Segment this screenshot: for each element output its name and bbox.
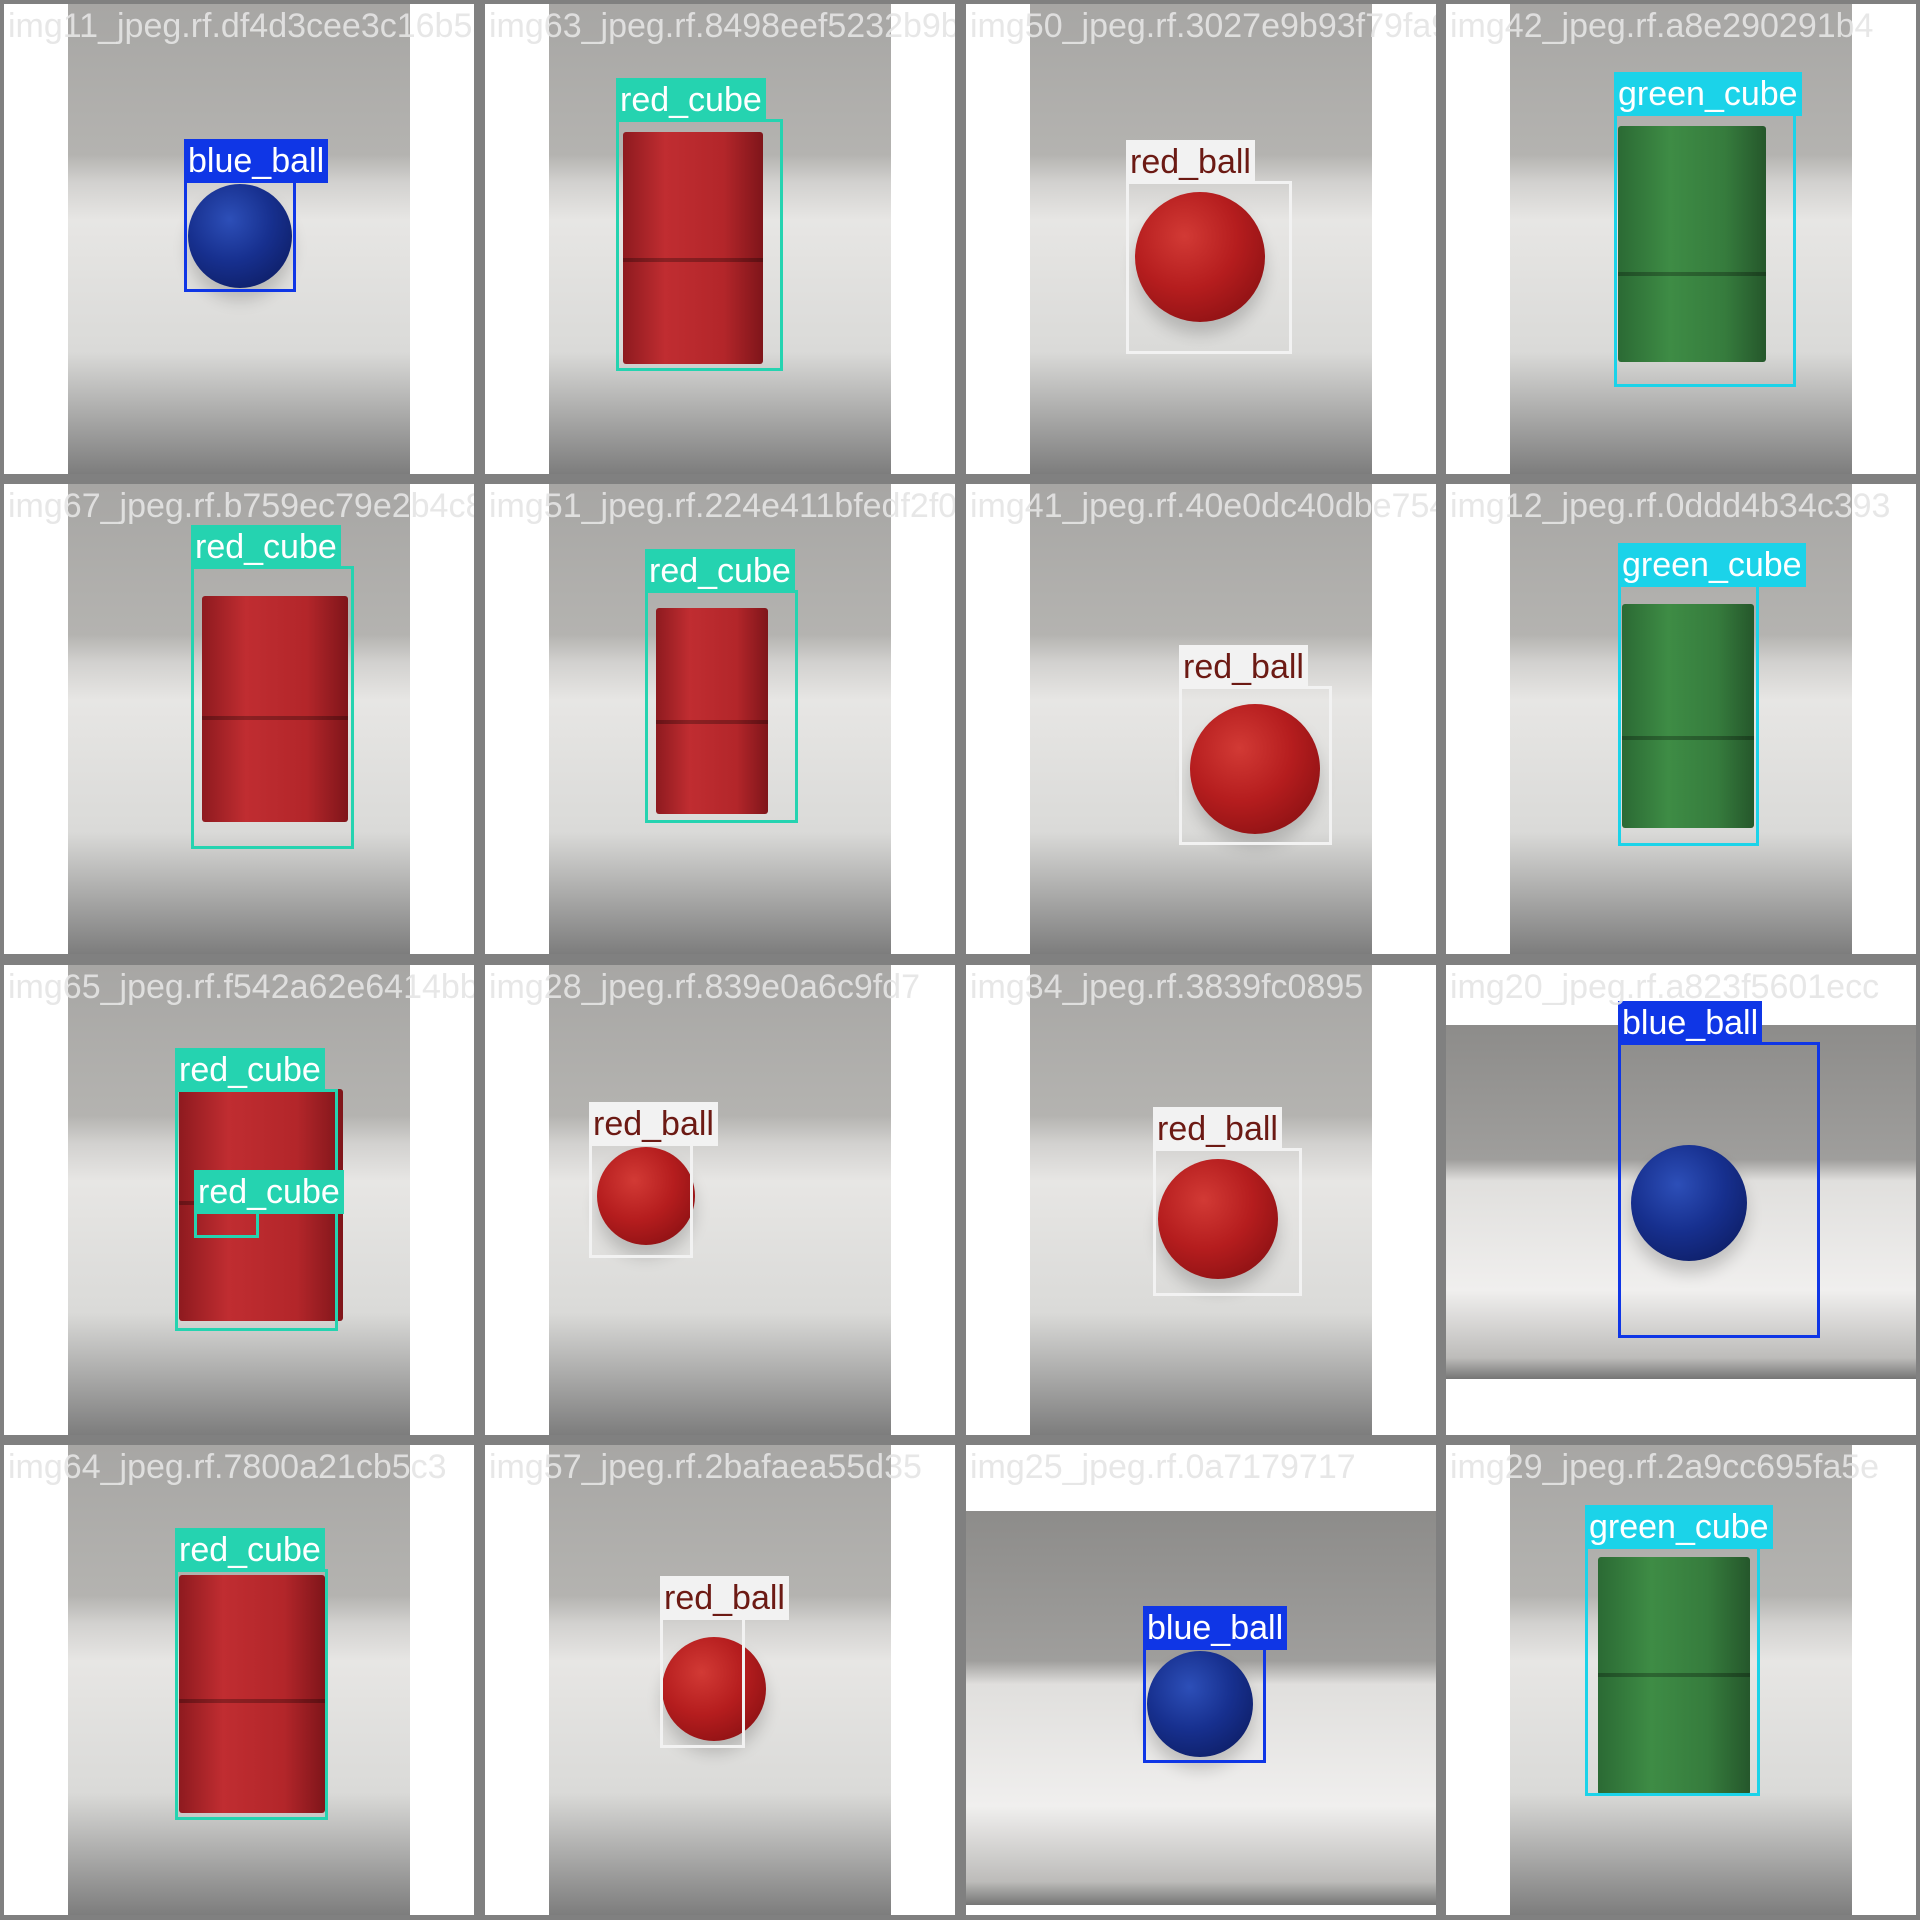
- tile-filename: img12_jpeg.rf.0ddd4b34c393: [1450, 487, 1891, 525]
- tile-filename: img34_jpeg.rf.3839fc0895: [970, 968, 1364, 1006]
- detection-box[interactable]: blue_ball: [1143, 1606, 1288, 1763]
- tile-filename: img28_jpeg.rf.839e0a6c9fd7: [489, 968, 920, 1006]
- detection-label: blue_ball: [1143, 1606, 1288, 1650]
- tile-12: blue_ball img20_jpeg.rf.a823f5601ecc: [1446, 965, 1916, 1435]
- tile-filename: img42_jpeg.rf.a8e290291b4: [1450, 7, 1874, 45]
- detection-label: green_cube: [1614, 72, 1802, 116]
- tile-3: red_ball img50_jpeg.rf.3027e9b93f79fa90e: [966, 4, 1436, 474]
- detection-box[interactable]: red_ball: [1179, 645, 1332, 845]
- detection-label: green_cube: [1618, 543, 1806, 587]
- tile-1: blue_ball img11_jpeg.rf.df4d3cee3c16b586…: [4, 4, 474, 474]
- detection-label: red_ball: [1153, 1107, 1282, 1151]
- detection-box[interactable]: blue_ball: [184, 139, 329, 292]
- detection-label: green_cube: [1585, 1505, 1773, 1549]
- detection-box[interactable]: red_cube: [616, 78, 783, 371]
- tile-4: green_cube img42_jpeg.rf.a8e290291b4: [1446, 4, 1916, 474]
- detection-box[interactable]: red_cube: [175, 1528, 328, 1820]
- detection-box[interactable]: red_ball: [589, 1102, 718, 1258]
- detection-label: red_ball: [1179, 645, 1308, 689]
- tile-filename: img29_jpeg.rf.2a9cc695fa5e: [1450, 1448, 1880, 1486]
- tile-filename: img65_jpeg.rf.f542a62e6414bb6: [8, 968, 474, 1006]
- detection-box[interactable]: green_cube: [1585, 1505, 1773, 1796]
- detection-box[interactable]: blue_ball: [1618, 1001, 1820, 1338]
- detection-label: red_cube: [194, 1170, 344, 1214]
- tile-filename: img50_jpeg.rf.3027e9b93f79fa90e: [970, 7, 1436, 45]
- detection-box[interactable]: green_cube: [1614, 72, 1802, 387]
- tile-filename: img63_jpeg.rf.8498eef5232b9b0a5: [489, 7, 955, 45]
- tile-filename: img57_jpeg.rf.2bafaea55d35: [489, 1448, 922, 1486]
- tile-15: blue_ball img25_jpeg.rf.0a7179717: [966, 1445, 1436, 1915]
- detection-box[interactable]: red_ball: [1153, 1107, 1302, 1296]
- detection-box[interactable]: red_ball: [660, 1576, 789, 1748]
- detection-label: red_ball: [660, 1576, 789, 1620]
- detection-label: red_ball: [589, 1102, 718, 1146]
- tile-filename: img64_jpeg.rf.7800a21cb5c3: [8, 1448, 447, 1486]
- detection-label: red_ball: [1126, 140, 1255, 184]
- tile-filename: img67_jpeg.rf.b759ec79e2b4c8915: [8, 487, 474, 525]
- tile-filename: img51_jpeg.rf.224e411bfedf2f0a4: [489, 487, 955, 525]
- detection-box[interactable]: red_ball: [1126, 140, 1292, 354]
- detection-label: red_cube: [175, 1528, 325, 1572]
- detection-box-secondary[interactable]: red_cube: [194, 1170, 344, 1238]
- detection-label: blue_ball: [1618, 1001, 1763, 1045]
- tile-16: green_cube img29_jpeg.rf.2a9cc695fa5e: [1446, 1445, 1916, 1915]
- tile-14: red_ball img57_jpeg.rf.2bafaea55d35: [485, 1445, 955, 1915]
- tile-7: red_ball img41_jpeg.rf.40e0dc40dbe75481: [966, 484, 1436, 954]
- tile-13: red_cube img64_jpeg.rf.7800a21cb5c3: [4, 1445, 474, 1915]
- tile-9: red_cube red_cube img65_jpeg.rf.f542a62e…: [4, 965, 474, 1435]
- tile-10: red_ball img28_jpeg.rf.839e0a6c9fd7: [485, 965, 955, 1435]
- detection-label: red_cube: [175, 1048, 325, 1092]
- tile-11: red_ball img34_jpeg.rf.3839fc0895: [966, 965, 1436, 1435]
- tile-2: red_cube img63_jpeg.rf.8498eef5232b9b0a5: [485, 4, 955, 474]
- detection-box[interactable]: red_cube: [191, 525, 354, 849]
- detection-mosaic: blue_ball img11_jpeg.rf.df4d3cee3c16b586…: [0, 0, 1920, 1920]
- tile-6: red_cube img51_jpeg.rf.224e411bfedf2f0a4: [485, 484, 955, 954]
- detection-label: red_cube: [191, 525, 341, 569]
- tile-5: red_cube img67_jpeg.rf.b759ec79e2b4c8915: [4, 484, 474, 954]
- tile-filename: img41_jpeg.rf.40e0dc40dbe75481: [970, 487, 1436, 525]
- detection-label: red_cube: [616, 78, 766, 122]
- detection-box[interactable]: green_cube: [1618, 543, 1806, 846]
- detection-box[interactable]: red_cube: [645, 549, 798, 823]
- tile-filename: img11_jpeg.rf.df4d3cee3c16b5863: [8, 7, 474, 45]
- detection-label: red_cube: [645, 549, 795, 593]
- tile-filename: img20_jpeg.rf.a823f5601ecc: [1450, 968, 1880, 1006]
- tile-8: green_cube img12_jpeg.rf.0ddd4b34c393: [1446, 484, 1916, 954]
- detection-label: blue_ball: [184, 139, 329, 183]
- tile-filename: img25_jpeg.rf.0a7179717: [970, 1448, 1356, 1486]
